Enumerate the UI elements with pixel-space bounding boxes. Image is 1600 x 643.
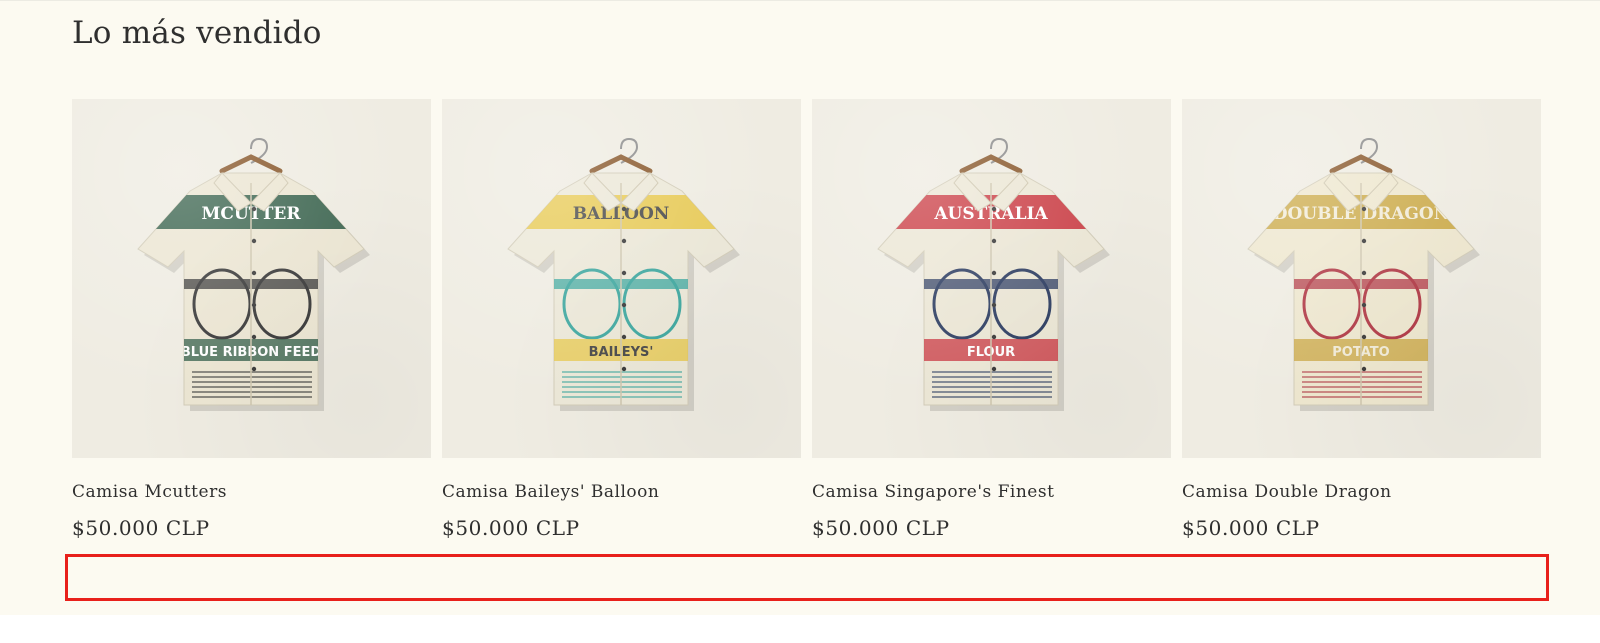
product-image[interactable]: DOUBLE DRAGON POTATO xyxy=(1182,99,1541,458)
product-card[interactable]: AUSTRALIA FLOUR Camisa Singapore's Finest… xyxy=(812,99,1171,540)
product-title[interactable]: Camisa Mcutters xyxy=(72,482,431,502)
product-title[interactable]: Camisa Baileys' Balloon xyxy=(442,482,801,502)
hanger-icon xyxy=(219,137,283,174)
product-price: $50.000 CLP xyxy=(442,516,580,540)
product-image[interactable]: MCUTTER BLUE RIBBON FEED xyxy=(72,99,431,458)
shirt-illustration: BALLOONBAILEYS' xyxy=(507,137,740,411)
shirt-illustration: AUSTRALIAFLOUR xyxy=(877,137,1110,411)
product-title[interactable]: Camisa Singapore's Finest xyxy=(812,482,1171,502)
shirt-illustration: MCUTTERBLUE RIBBON FEED xyxy=(137,137,370,411)
product-image[interactable]: BALLOON BAILEYS' xyxy=(442,99,801,458)
hanger-icon xyxy=(1329,137,1393,174)
shirt-illustration: DOUBLE DRAGONPOTATO xyxy=(1247,137,1480,411)
product-title[interactable]: Camisa Double Dragon xyxy=(1182,482,1541,502)
product-price: $50.000 CLP xyxy=(812,516,950,540)
product-card[interactable]: BALLOON BAILEYS' Camisa Baileys' Balloon … xyxy=(442,99,801,540)
product-card[interactable]: DOUBLE DRAGON POTATO Camisa Double Dragon… xyxy=(1182,99,1541,540)
product-card[interactable]: MCUTTER BLUE RIBBON FEED Camisa Mcutters … xyxy=(72,99,431,540)
product-price: $50.000 CLP xyxy=(72,516,210,540)
best-sellers-section: Lo más vendido MCUTTER BLUE RIBBON FEED C… xyxy=(0,0,1600,615)
product-price: $50.000 CLP xyxy=(1182,516,1320,540)
highlight-box xyxy=(65,554,1549,601)
section-title: Lo más vendido xyxy=(72,15,322,51)
hanger-icon xyxy=(589,137,653,174)
hanger-icon xyxy=(959,137,1023,174)
product-image[interactable]: AUSTRALIA FLOUR xyxy=(812,99,1171,458)
product-grid: MCUTTER BLUE RIBBON FEED Camisa Mcutters … xyxy=(72,99,1541,540)
